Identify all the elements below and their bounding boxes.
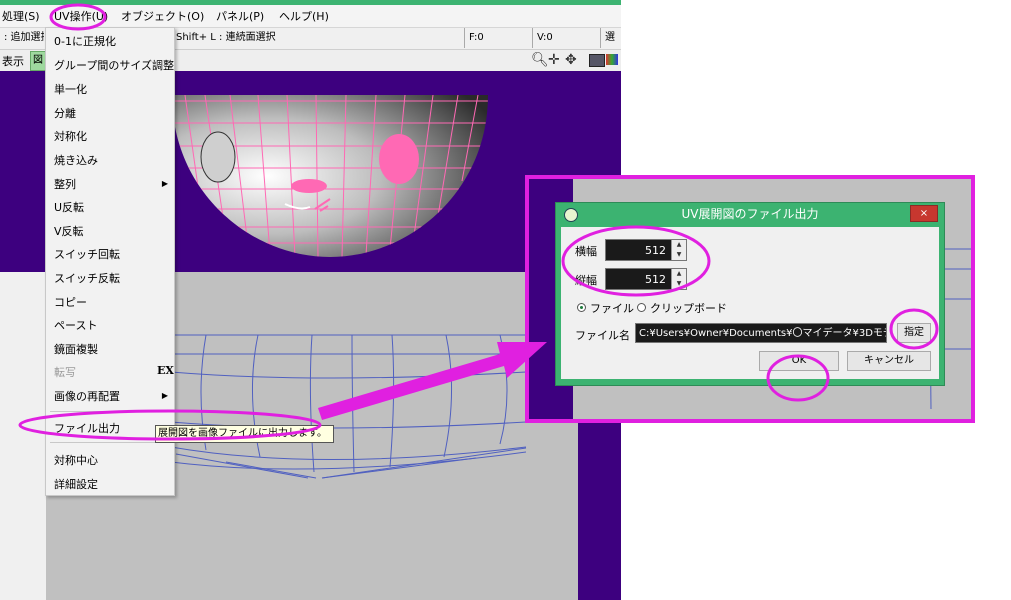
callout-arrow [318, 342, 547, 420]
highlight-file-export [18, 409, 322, 441]
highlight-size-fields [561, 225, 711, 297]
highlight-uv-menu [49, 3, 107, 31]
highlight-ok-button [766, 354, 830, 402]
highlight-browse-button [889, 308, 939, 350]
annotation-layer [18, 3, 939, 441]
